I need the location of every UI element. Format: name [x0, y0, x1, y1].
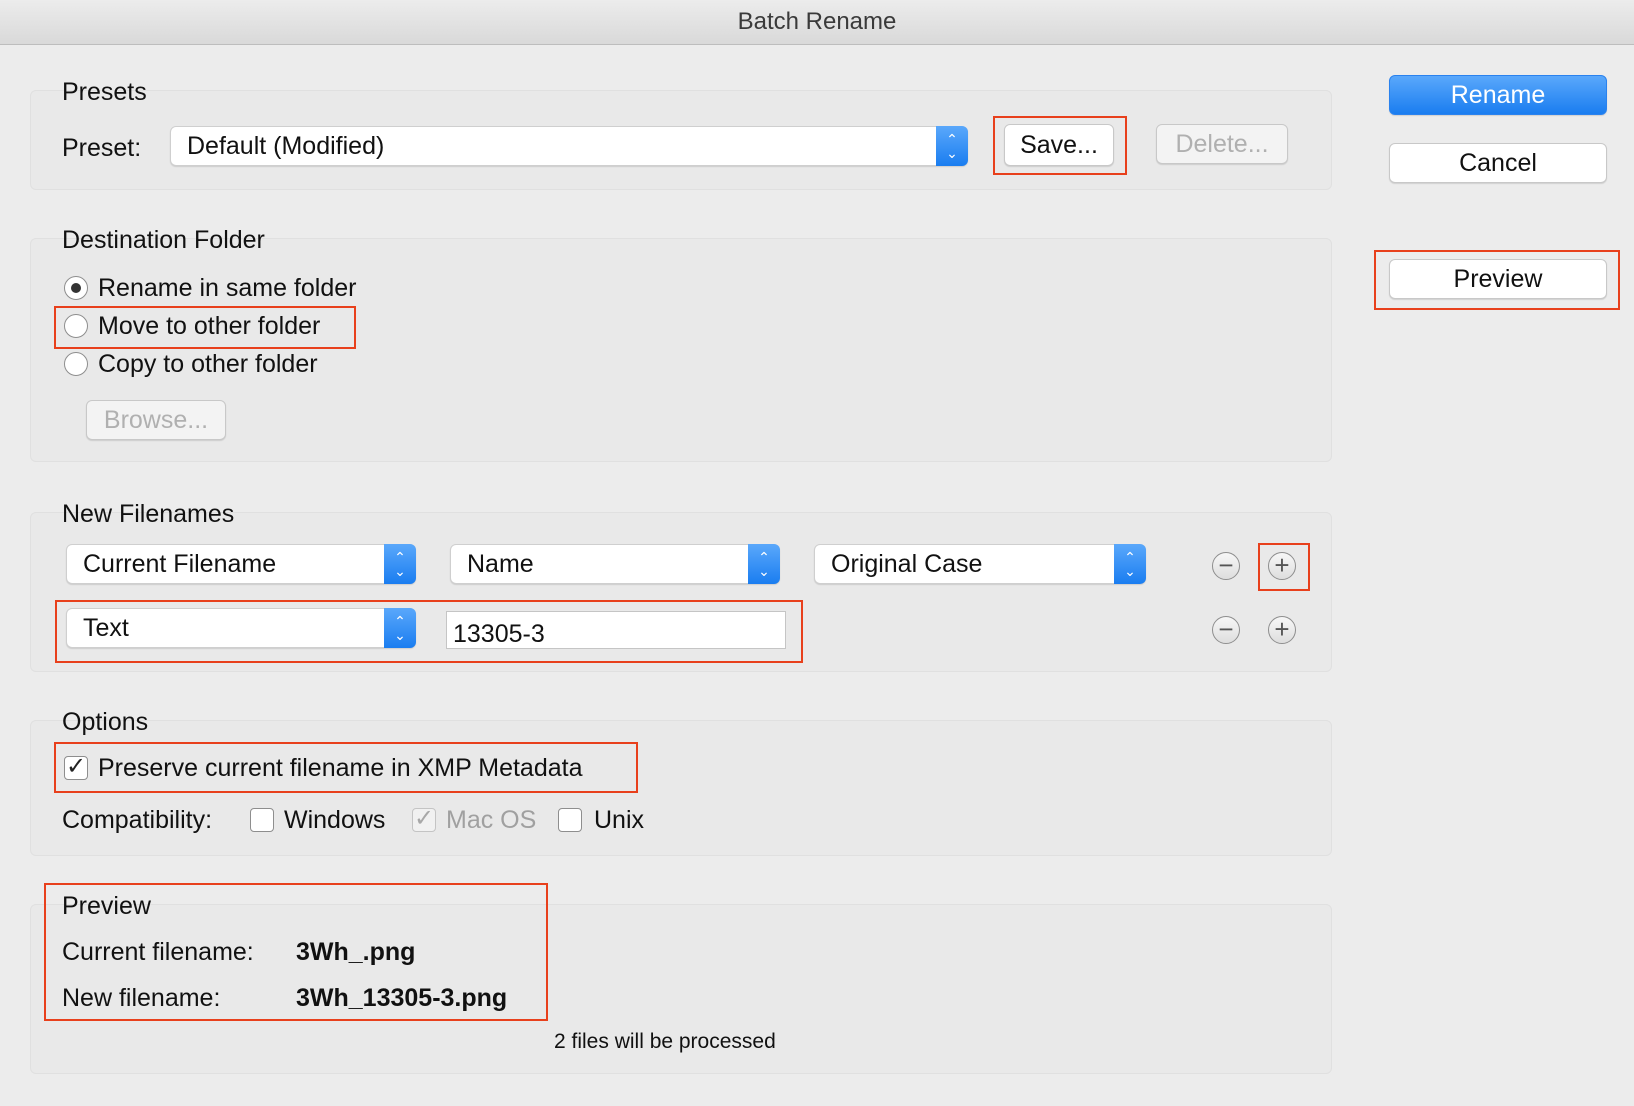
options-title: Options: [62, 708, 149, 736]
destination-title: Destination Folder: [62, 226, 265, 254]
compat-unix-checkbox[interactable]: [558, 808, 582, 832]
highlight-add-row: [1258, 543, 1310, 591]
radio-rename-same-folder-label[interactable]: Rename in same folder: [98, 274, 356, 303]
highlight-preserve: [54, 742, 638, 793]
filename-row1-part-value: Name: [467, 550, 534, 578]
preset-select-value: Default (Modified): [187, 132, 385, 160]
cancel-button[interactable]: Cancel: [1389, 143, 1607, 183]
radio-copy-other-folder[interactable]: [64, 352, 88, 376]
browse-button[interactable]: Browse...: [86, 400, 226, 440]
filename-row1-part-select[interactable]: Name ⌃ ⌄: [450, 544, 780, 584]
filename-row1-type-select[interactable]: Current Filename ⌃ ⌄: [66, 544, 416, 584]
filename-row1-case-value: Original Case: [831, 550, 983, 578]
new-filenames-title: New Filenames: [62, 500, 235, 528]
preset-label: Preset:: [62, 134, 142, 162]
compat-macos-label: Mac OS: [446, 806, 537, 834]
filename-row1-type-value: Current Filename: [83, 550, 277, 578]
chevron-updown-icon: ⌃ ⌄: [1114, 544, 1146, 584]
filename-row1-case-select[interactable]: Original Case ⌃ ⌄: [814, 544, 1146, 584]
remove-row1-minus-icon[interactable]: −: [1212, 552, 1240, 580]
highlight-preview-button: [1374, 250, 1620, 310]
remove-row2-minus-icon[interactable]: −: [1212, 616, 1240, 644]
compat-unix-label[interactable]: Unix: [594, 806, 644, 835]
compat-windows-checkbox[interactable]: [250, 808, 274, 832]
highlight-text-row: [55, 600, 803, 663]
highlight-preview-group: [44, 883, 548, 1021]
preset-select[interactable]: Default (Modified) ⌃ ⌄: [170, 126, 968, 166]
chevron-updown-icon: ⌃ ⌄: [384, 544, 416, 584]
compatibility-label: Compatibility:: [62, 806, 213, 834]
delete-preset-button[interactable]: Delete...: [1156, 124, 1288, 164]
radio-rename-same-folder[interactable]: [64, 276, 88, 300]
highlight-save: [993, 116, 1127, 175]
window-title: Batch Rename: [0, 0, 1634, 45]
chevron-updown-icon: ⌃ ⌄: [936, 126, 968, 166]
compat-windows-label[interactable]: Windows: [284, 806, 385, 835]
add-row2-plus-icon[interactable]: +: [1268, 616, 1296, 644]
chevron-updown-icon: ⌃ ⌄: [748, 544, 780, 584]
compat-macos-checkbox: ✓: [412, 805, 436, 832]
files-processed-status: 2 files will be processed: [554, 1030, 776, 1053]
highlight-move: [54, 306, 356, 349]
presets-title: Presets: [62, 78, 147, 106]
rename-button[interactable]: Rename: [1389, 75, 1607, 115]
radio-copy-other-folder-label[interactable]: Copy to other folder: [98, 350, 318, 379]
